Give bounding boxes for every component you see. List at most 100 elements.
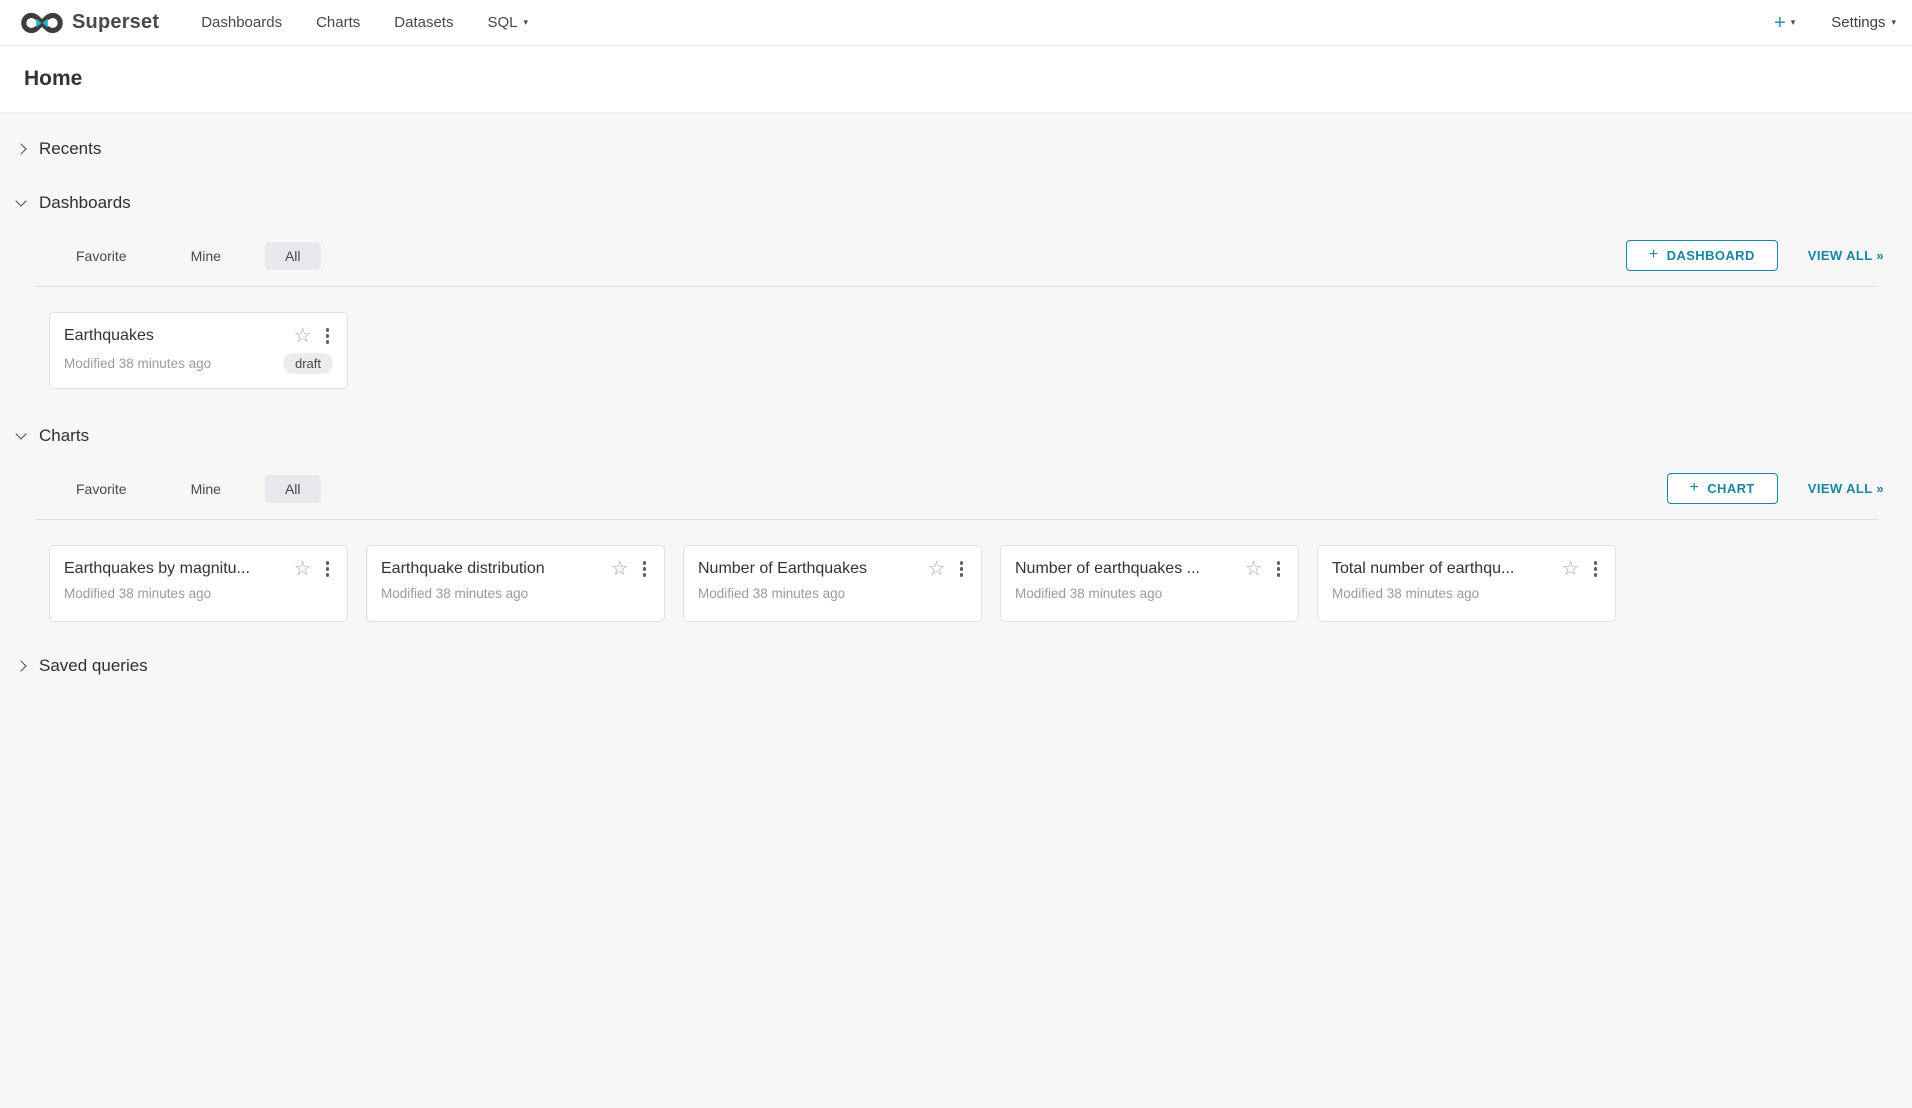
card-modified-text: Modified 38 minutes ago — [698, 586, 845, 601]
card-menu-icon[interactable] — [322, 559, 334, 579]
charts-actions: + CHART VIEW ALL » — [1667, 473, 1884, 504]
chart-card[interactable]: Total number of earthqu... ☆ Modified 38… — [1317, 545, 1616, 622]
dashboards-card-row: Earthquakes ☆ Modified 38 minutes ago dr… — [0, 287, 1912, 389]
settings-label: Settings — [1831, 14, 1885, 31]
nav-item-charts[interactable]: Charts — [299, 0, 377, 46]
card-header: Number of earthquakes ... ☆ — [1015, 559, 1284, 579]
card-footer: Modified 38 minutes ago draft — [64, 353, 333, 374]
chevron-down-icon — [15, 195, 26, 206]
card-footer: Modified 38 minutes ago — [1015, 586, 1284, 601]
dashboards-actions: + DASHBOARD VIEW ALL » — [1626, 240, 1884, 271]
card-footer: Modified 38 minutes ago — [698, 586, 967, 601]
chart-card-title[interactable]: Earthquake distribution — [381, 560, 603, 578]
dashboards-section: Dashboards Favorite Mine All + DASHBOARD… — [0, 193, 1912, 389]
card-modified-text: Modified 38 minutes ago — [64, 586, 211, 601]
favorite-star-icon[interactable]: ☆ — [611, 559, 629, 579]
card-header: Earthquakes by magnitu... ☆ — [64, 559, 333, 579]
chart-card[interactable]: Number of Earthquakes ☆ Modified 38 minu… — [683, 545, 982, 622]
card-menu-icon[interactable] — [956, 559, 968, 579]
favorite-star-icon[interactable]: ☆ — [294, 559, 312, 579]
page-title: Home — [24, 67, 1888, 91]
nav-item-sql-label: SQL — [487, 14, 517, 31]
brand-name: Superset — [72, 11, 159, 34]
favorite-star-icon[interactable]: ☆ — [928, 559, 946, 579]
chart-card[interactable]: Number of earthquakes ... ☆ Modified 38 … — [1000, 545, 1299, 622]
charts-view-all-link[interactable]: VIEW ALL » — [1808, 481, 1884, 496]
card-header: Earthquake distribution ☆ — [381, 559, 650, 579]
chevron-down-icon — [15, 428, 26, 439]
charts-submenu: Favorite Mine All + CHART VIEW ALL » — [0, 473, 1912, 504]
favorite-star-icon[interactable]: ☆ — [1562, 559, 1580, 579]
card-header: Number of Earthquakes ☆ — [698, 559, 967, 579]
charts-card-row: Earthquakes by magnitu... ☆ Modified 38 … — [0, 520, 1912, 622]
favorite-star-icon[interactable]: ☆ — [1245, 559, 1263, 579]
chart-card[interactable]: Earthquake distribution ☆ Modified 38 mi… — [366, 545, 665, 622]
card-modified-text: Modified 38 minutes ago — [1332, 586, 1479, 601]
new-chart-button[interactable]: + CHART — [1667, 473, 1778, 504]
dashboards-section-title: Dashboards — [39, 193, 131, 213]
dashboards-view-all-link[interactable]: VIEW ALL » — [1808, 248, 1884, 263]
card-menu-icon[interactable] — [1590, 559, 1602, 579]
caret-down-icon: ▾ — [1791, 18, 1796, 27]
dashboards-tabs: Favorite Mine All — [56, 242, 321, 270]
card-menu-icon[interactable] — [639, 559, 651, 579]
plus-icon: + — [1690, 480, 1700, 496]
chart-card-title[interactable]: Number of earthquakes ... — [1015, 560, 1237, 578]
tab-dashboards-all[interactable]: All — [265, 242, 321, 270]
nav-item-datasets-label: Datasets — [394, 14, 453, 31]
dashboard-card-title[interactable]: Earthquakes — [64, 327, 286, 345]
chart-card-title[interactable]: Total number of earthqu... — [1332, 560, 1554, 578]
nav-item-charts-label: Charts — [316, 14, 360, 31]
tab-dashboards-mine[interactable]: Mine — [171, 242, 241, 270]
new-chart-button-label: CHART — [1707, 481, 1755, 496]
chevron-right-icon — [15, 143, 26, 154]
settings-menu-button[interactable]: Settings ▾ — [1831, 14, 1896, 31]
nav-item-dashboards[interactable]: Dashboards — [184, 0, 299, 46]
card-menu-icon[interactable] — [1273, 559, 1285, 579]
tab-charts-all[interactable]: All — [265, 475, 321, 503]
charts-section-title: Charts — [39, 426, 89, 446]
tab-charts-favorite[interactable]: Favorite — [56, 475, 147, 503]
nav-item-dashboards-label: Dashboards — [201, 14, 282, 31]
tab-dashboards-favorite[interactable]: Favorite — [56, 242, 147, 270]
card-modified-text: Modified 38 minutes ago — [64, 356, 211, 371]
chart-card-title[interactable]: Number of Earthquakes — [698, 560, 920, 578]
nav-item-sql[interactable]: SQL ▾ — [470, 0, 545, 46]
dashboards-section-toggle[interactable]: Dashboards — [0, 193, 1912, 213]
navbar: Superset Dashboards Charts Datasets SQL … — [0, 0, 1912, 46]
card-modified-text: Modified 38 minutes ago — [1015, 586, 1162, 601]
card-header: Total number of earthqu... ☆ — [1332, 559, 1601, 579]
saved-queries-section-toggle[interactable]: Saved queries — [0, 656, 1912, 676]
superset-logo[interactable]: Superset — [20, 10, 159, 36]
chevron-right-icon — [15, 660, 26, 671]
caret-down-icon: ▾ — [1891, 18, 1896, 27]
recents-section-title: Recents — [39, 139, 101, 159]
recents-section-toggle[interactable]: Recents — [0, 139, 1912, 159]
home-content: Recents Dashboards Favorite Mine All + D… — [0, 113, 1912, 676]
plus-icon: + — [1774, 13, 1786, 33]
dashboard-card-earthquakes[interactable]: Earthquakes ☆ Modified 38 minutes ago dr… — [49, 312, 348, 389]
plus-icon: + — [1649, 247, 1659, 263]
page-header: Home — [0, 46, 1912, 113]
chart-card[interactable]: Earthquakes by magnitu... ☆ Modified 38 … — [49, 545, 348, 622]
favorite-star-icon[interactable]: ☆ — [294, 326, 312, 346]
card-header: Earthquakes ☆ — [64, 326, 333, 346]
nav-item-datasets[interactable]: Datasets — [377, 0, 470, 46]
card-footer: Modified 38 minutes ago — [1332, 586, 1601, 601]
caret-down-icon: ▾ — [523, 18, 528, 27]
new-item-menu-button[interactable]: + ▾ — [1774, 13, 1795, 33]
card-footer: Modified 38 minutes ago — [64, 586, 333, 601]
card-modified-text: Modified 38 minutes ago — [381, 586, 528, 601]
chart-card-title[interactable]: Earthquakes by magnitu... — [64, 560, 286, 578]
dashboards-submenu: Favorite Mine All + DASHBOARD VIEW ALL » — [0, 240, 1912, 271]
navbar-right: + ▾ Settings ▾ — [1774, 13, 1896, 33]
new-dashboard-button[interactable]: + DASHBOARD — [1626, 240, 1778, 271]
card-menu-icon[interactable] — [322, 326, 334, 346]
new-dashboard-button-label: DASHBOARD — [1667, 248, 1755, 263]
charts-tabs: Favorite Mine All — [56, 475, 321, 503]
card-footer: Modified 38 minutes ago — [381, 586, 650, 601]
draft-status-badge: draft — [283, 353, 333, 374]
superset-infinity-icon — [20, 10, 64, 36]
tab-charts-mine[interactable]: Mine — [171, 475, 241, 503]
charts-section-toggle[interactable]: Charts — [0, 426, 1912, 446]
